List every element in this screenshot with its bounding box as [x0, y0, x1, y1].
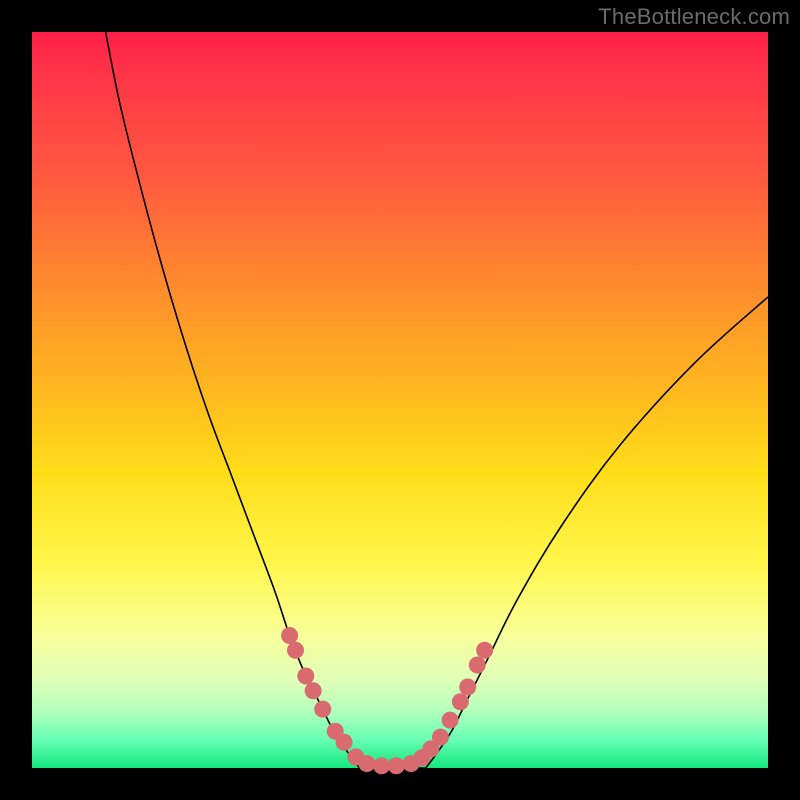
plot-area — [32, 32, 768, 768]
bottleneck-curve — [106, 32, 768, 769]
marker-dot — [336, 734, 353, 751]
chart-frame: TheBottleneck.com — [0, 0, 800, 800]
marker-dot — [432, 729, 449, 746]
marker-dot — [287, 642, 304, 659]
marker-dot — [442, 712, 459, 729]
marker-dot — [314, 701, 331, 718]
curve-lines — [106, 32, 768, 769]
marker-dot — [358, 755, 375, 772]
marker-dot — [452, 693, 469, 710]
marker-dot — [476, 642, 493, 659]
watermark-text: TheBottleneck.com — [598, 4, 790, 30]
marker-dot — [305, 682, 322, 699]
marker-dot — [388, 757, 405, 774]
marker-dot — [373, 757, 390, 774]
curve-svg — [32, 32, 768, 768]
marker-dot — [297, 668, 314, 685]
marker-dot — [459, 679, 476, 696]
scatter-dots — [281, 627, 493, 774]
marker-dot — [281, 627, 298, 644]
marker-dot — [469, 656, 486, 673]
